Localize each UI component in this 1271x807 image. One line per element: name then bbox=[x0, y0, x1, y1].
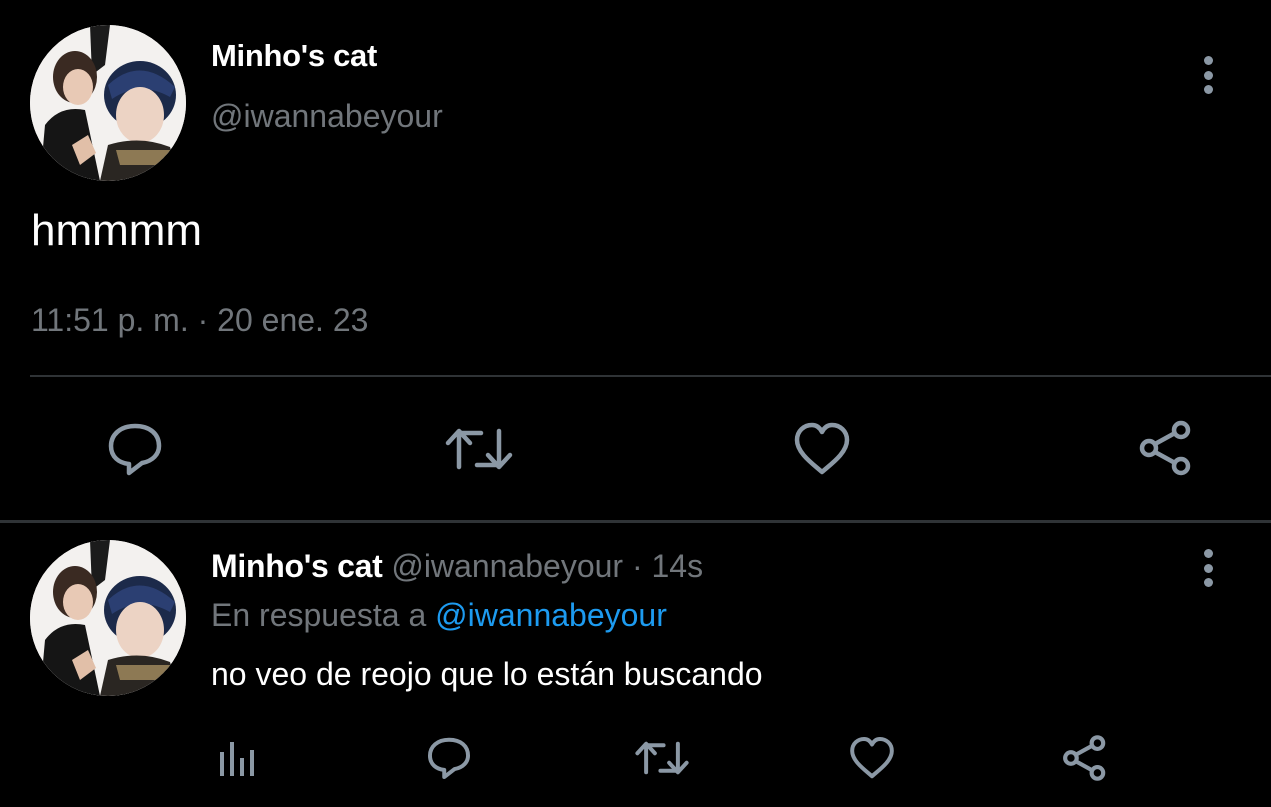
reply-icon bbox=[108, 423, 162, 476]
tweet-text: hmmmm bbox=[31, 206, 203, 255]
avatar-photo bbox=[30, 540, 186, 696]
tweet-text: no veo de reojo que lo están buscando bbox=[211, 656, 763, 692]
main-tweet: Minho's cat @iwannabeyour hmmmm 11:51 p.… bbox=[0, 0, 1271, 520]
avatar-photo bbox=[30, 25, 186, 181]
retweet-icon bbox=[445, 428, 513, 470]
like-icon bbox=[850, 736, 894, 779]
more-options-icon[interactable] bbox=[1198, 56, 1218, 94]
analytics-button[interactable] bbox=[214, 736, 258, 780]
tweet-time[interactable]: 14s bbox=[652, 548, 704, 584]
user-handle[interactable]: @iwannabeyour bbox=[211, 98, 443, 135]
divider bbox=[30, 375, 1271, 377]
display-name[interactable]: Minho's cat bbox=[211, 38, 377, 74]
tweet-timestamp[interactable]: 11:51 p. m. · 20 ene. 23 bbox=[31, 302, 368, 339]
reply-header: Minho's cat @iwannabeyour · 14s bbox=[211, 548, 703, 585]
reply-prefix: En respuesta a bbox=[211, 597, 436, 633]
tweet-thread-page: Minho's cat @iwannabeyour hmmmm 11:51 p.… bbox=[0, 0, 1271, 807]
section-divider bbox=[0, 520, 1271, 523]
share-button[interactable] bbox=[1136, 418, 1196, 478]
reply-button[interactable] bbox=[103, 420, 167, 478]
user-handle[interactable]: @iwannabeyour bbox=[391, 548, 623, 584]
retweet-icon bbox=[635, 741, 689, 775]
analytics-icon bbox=[220, 742, 254, 776]
reply-button[interactable] bbox=[424, 734, 474, 782]
share-icon bbox=[1139, 420, 1191, 476]
like-icon bbox=[794, 422, 850, 475]
display-name[interactable]: Minho's cat bbox=[211, 548, 383, 584]
avatar[interactable] bbox=[30, 540, 186, 696]
share-button[interactable] bbox=[1060, 733, 1110, 783]
share-icon bbox=[1063, 735, 1106, 781]
avatar[interactable] bbox=[30, 25, 186, 181]
reply-context: En respuesta a @iwannabeyour bbox=[211, 597, 667, 634]
separator: · bbox=[623, 548, 652, 584]
like-button[interactable] bbox=[848, 735, 896, 781]
reply-icon bbox=[427, 737, 471, 780]
reply-mention-link[interactable]: @iwannabeyour bbox=[435, 597, 667, 633]
retweet-button[interactable] bbox=[634, 736, 690, 780]
retweet-button[interactable] bbox=[444, 422, 514, 476]
more-options-icon[interactable] bbox=[1198, 549, 1218, 587]
like-button[interactable] bbox=[792, 420, 852, 478]
